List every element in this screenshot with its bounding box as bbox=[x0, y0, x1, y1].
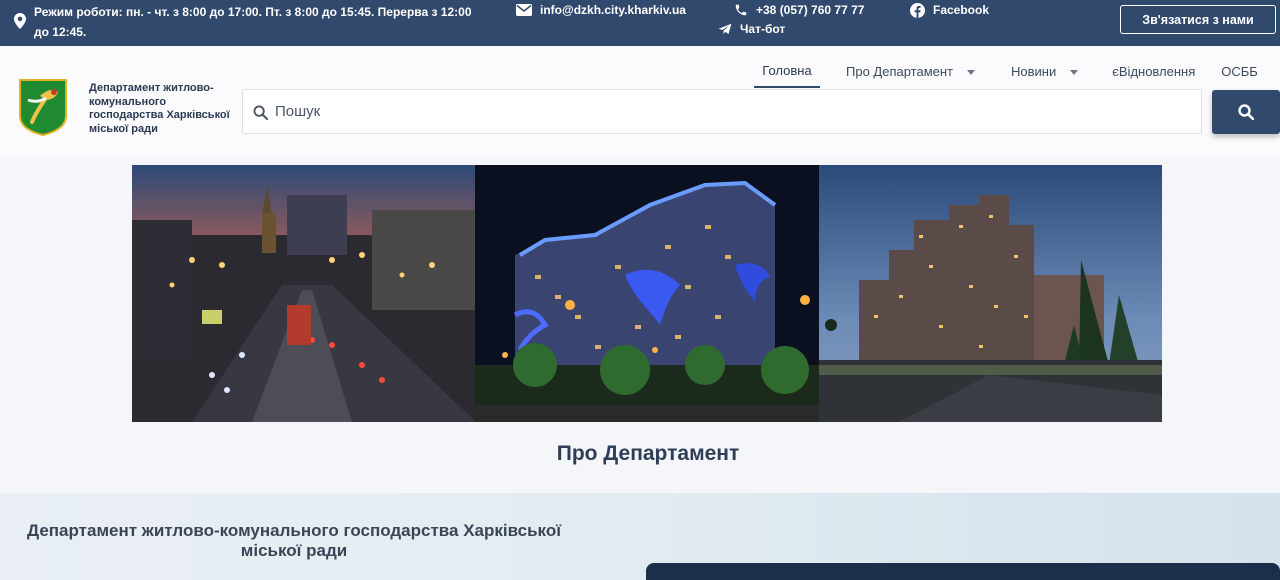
contact-us-button[interactable]: Зв'язатися з нами bbox=[1120, 5, 1276, 34]
site-header: Департамент житлово-комунального господа… bbox=[0, 46, 1280, 156]
nav-evidnovlennia-label: єВідновлення bbox=[1112, 64, 1196, 79]
envelope-icon bbox=[516, 4, 532, 16]
chatbot-link[interactable]: Чат-бот bbox=[718, 21, 785, 37]
nav-osbb[interactable]: ОСББ bbox=[1213, 56, 1266, 88]
main-navigation: Головна Про Департамент Новини єВідновле… bbox=[754, 56, 1266, 88]
top-info-bar: Режим роботи: пн. - чт. з 8:00 до 17:00.… bbox=[0, 0, 1280, 46]
nav-about[interactable]: Про Департамент bbox=[838, 56, 983, 88]
search-input[interactable] bbox=[275, 90, 1175, 133]
chevron-down-icon bbox=[1070, 69, 1079, 75]
nav-news[interactable]: Новини bbox=[1003, 56, 1086, 88]
illuminated-apartment-building-photo bbox=[475, 165, 819, 422]
facebook-icon bbox=[910, 3, 925, 18]
facebook-link[interactable]: Facebook bbox=[910, 2, 989, 18]
search-button[interactable] bbox=[1212, 90, 1280, 134]
nav-news-label: Новини bbox=[1011, 64, 1057, 79]
nav-home[interactable]: Головна bbox=[754, 56, 820, 88]
search-bar bbox=[242, 89, 1202, 134]
media-card bbox=[646, 563, 1280, 580]
search-icon bbox=[1238, 104, 1254, 120]
nav-osbb-label: ОСББ bbox=[1221, 64, 1258, 79]
working-hours: Режим роботи: пн. - чт. з 8:00 до 17:00.… bbox=[14, 2, 484, 42]
residential-towers-evening-photo bbox=[818, 165, 1162, 422]
nav-home-label: Головна bbox=[762, 63, 812, 78]
nav-evidnovlennia[interactable]: єВідновлення bbox=[1104, 56, 1203, 88]
organization-name[interactable]: Департамент житлово-комунального господа… bbox=[89, 82, 239, 136]
chatbot-text[interactable]: Чат-бот bbox=[740, 21, 785, 37]
search-icon bbox=[253, 105, 268, 120]
hero-banner bbox=[132, 165, 1162, 422]
working-hours-text: Режим роботи: пн. - чт. з 8:00 до 17:00.… bbox=[34, 5, 472, 39]
location-pin-icon bbox=[14, 13, 26, 29]
about-heading: Департамент житлово-комунального господа… bbox=[27, 521, 561, 560]
telegram-icon bbox=[718, 23, 732, 35]
city-street-at-dusk-photo bbox=[132, 165, 476, 422]
chevron-down-icon bbox=[967, 69, 976, 75]
phone-icon bbox=[735, 4, 747, 16]
section-title: Про Департамент bbox=[556, 442, 740, 465]
facebook-text[interactable]: Facebook bbox=[933, 2, 989, 18]
email-link[interactable]: info@dzkh.city.kharkiv.ua bbox=[516, 2, 686, 18]
phone-link[interactable]: +38 (057) 760 77 77 bbox=[734, 2, 864, 18]
kharkiv-coat-of-arms-logo[interactable] bbox=[18, 78, 68, 136]
nav-about-label: Про Департамент bbox=[846, 64, 954, 79]
phone-text[interactable]: +38 (057) 760 77 77 bbox=[756, 2, 864, 18]
email-text[interactable]: info@dzkh.city.kharkiv.ua bbox=[540, 2, 686, 18]
